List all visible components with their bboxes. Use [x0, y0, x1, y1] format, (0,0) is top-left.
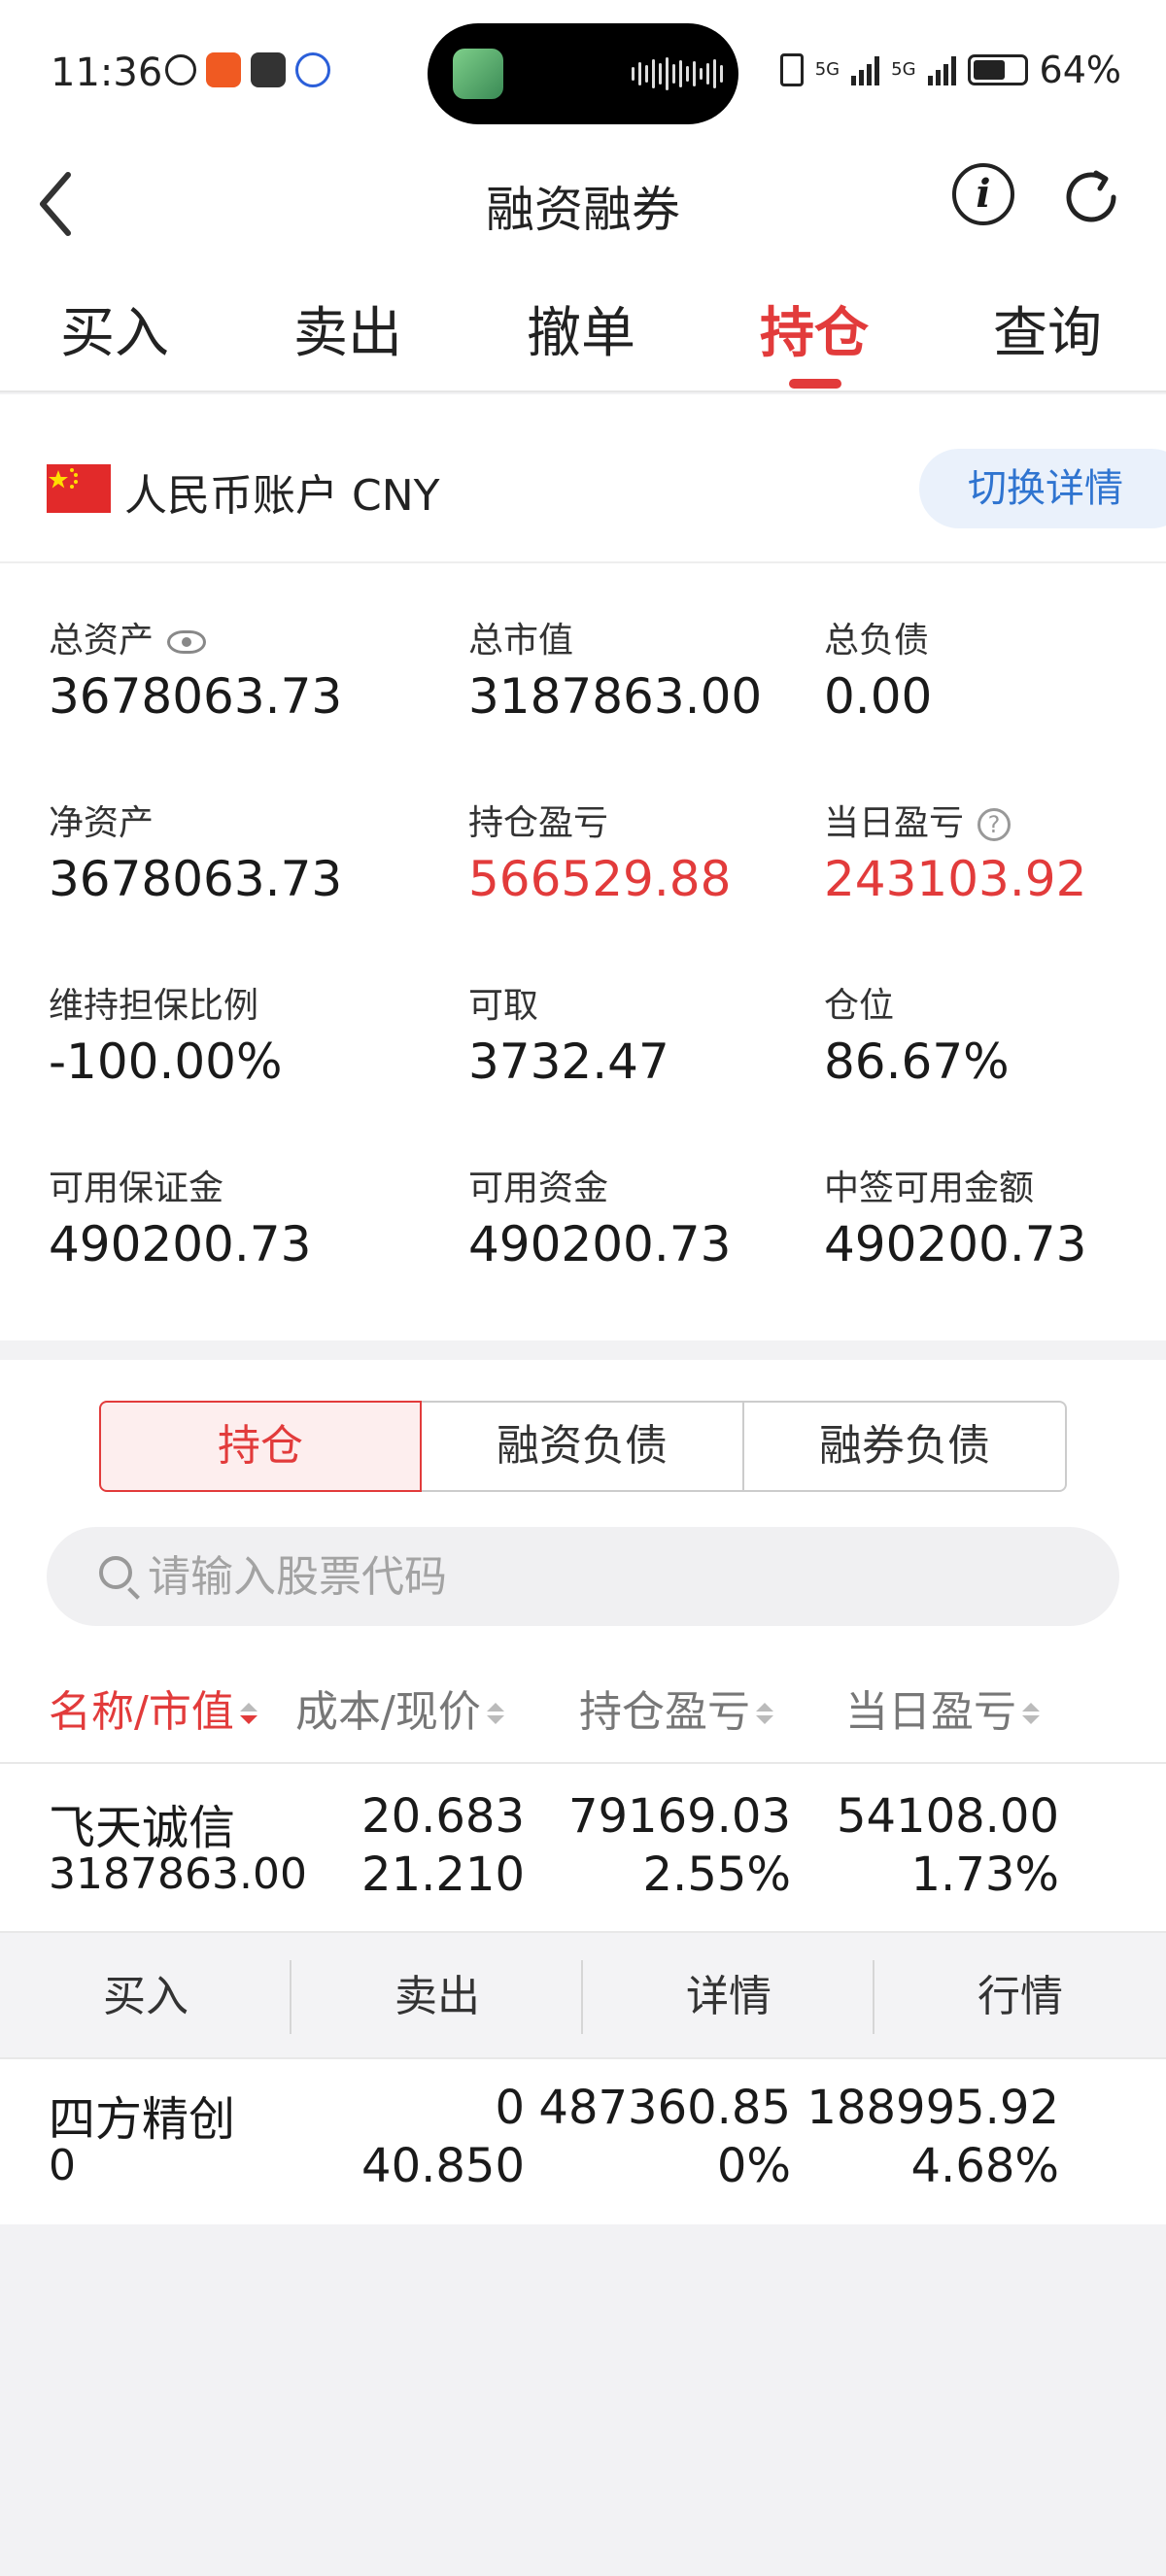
baidu-icon	[295, 52, 330, 87]
stock-name: 飞天诚信	[49, 1801, 236, 1855]
eye-icon[interactable]	[167, 630, 207, 654]
stat-position-pnl-value: 566529.88	[468, 851, 732, 907]
stock-day-pnl-pct: 4.68%	[910, 2139, 1059, 2193]
stock-price: 21.210	[361, 1847, 525, 1902]
table-row[interactable]: 飞天诚信 3187863.00 20.683 21.210 79169.03 2…	[0, 1764, 1166, 1929]
stock-search-input[interactable]	[148, 1544, 1022, 1609]
row-buy-button[interactable]: 买入	[0, 1933, 292, 2061]
stock-name: 四方精创	[49, 2092, 236, 2147]
status-right: 5G 5G 64%	[779, 49, 1121, 91]
audio-wave-icon	[632, 56, 723, 91]
stat-net-assets-value: 3678063.73	[49, 851, 343, 907]
refresh-icon[interactable]	[1057, 163, 1125, 231]
stock-cost: 20.683	[361, 1789, 525, 1844]
network-label-2: 5G	[891, 59, 916, 80]
stat-available-margin-value: 490200.73	[49, 1216, 312, 1272]
table-row[interactable]: 四方精创 0 0 40.850 487360.85 0% 188995.92 4…	[0, 2059, 1166, 2224]
network-label-1: 5G	[814, 59, 840, 80]
stat-available-funds-label: 可用资金	[468, 1169, 609, 1208]
stat-day-pnl-value: 243103.92	[824, 851, 1087, 907]
alarm-icon	[165, 54, 196, 85]
column-cost-price[interactable]: 成本/现价	[295, 1677, 521, 1739]
stock-price: 40.850	[361, 2139, 525, 2193]
battery-fill	[973, 60, 1005, 80]
stock-search-bar	[47, 1527, 1119, 1626]
tab-active-indicator	[789, 379, 841, 389]
stock-day-pnl: 54108.00	[836, 1789, 1059, 1844]
vibrate-icon	[779, 53, 804, 86]
stock-day-pnl: 188995.92	[806, 2081, 1059, 2135]
row-sell-button[interactable]: 卖出	[292, 1933, 583, 2061]
stat-net-assets-label: 净资产	[49, 803, 154, 843]
stat-maintenance-ratio-value: -100.00%	[49, 1034, 283, 1090]
info-icon[interactable]: i	[952, 163, 1014, 225]
segment-positions[interactable]: 持仓	[99, 1401, 422, 1492]
sort-icon	[1022, 1703, 1040, 1726]
tab-buy[interactable]: 买入	[60, 289, 169, 368]
stat-market-value-label: 总市值	[468, 621, 574, 661]
stat-position-ratio-label: 仓位	[824, 986, 895, 1026]
search-icon	[99, 1556, 132, 1589]
row-actions: 买入 卖出 详情 行情	[0, 1931, 1166, 2059]
tab-query[interactable]: 查询	[993, 289, 1102, 368]
stat-market-value-value: 3187863.00	[468, 668, 763, 725]
battery-icon	[967, 54, 1028, 85]
stat-total-assets-label: 总资产	[49, 612, 207, 662]
help-icon[interactable]: ?	[977, 808, 1012, 841]
tab-cancel[interactable]: 撤单	[527, 289, 635, 368]
column-day-pnl[interactable]: 当日盈亏	[845, 1677, 1051, 1739]
segment-short-debt[interactable]: 融券负债	[744, 1401, 1067, 1492]
signal-icon	[851, 54, 880, 85]
stock-position-pnl: 79169.03	[567, 1789, 791, 1844]
music-app-icon	[453, 49, 503, 99]
tab-positions[interactable]: 持仓	[760, 289, 869, 368]
stock-day-pnl-pct: 1.73%	[910, 1847, 1059, 1902]
stat-total-liabilities-value: 0.00	[824, 668, 933, 725]
sort-icon	[756, 1703, 773, 1726]
stat-available-funds-value: 490200.73	[468, 1216, 732, 1272]
stock-position-pnl-pct: 0%	[716, 2139, 791, 2193]
stock-cost: 0	[495, 2081, 525, 2135]
stat-withdrawable-label: 可取	[468, 986, 539, 1026]
battery-percent: 64%	[1039, 49, 1121, 91]
signal-icon-2	[927, 54, 956, 85]
column-name-value[interactable]: 名称/市值	[49, 1677, 257, 1739]
account-label: 人民币账户 CNY	[124, 471, 440, 521]
upload-icon	[251, 52, 286, 87]
stat-day-pnl-label: 当日盈亏?	[824, 795, 1012, 845]
row-quote-button[interactable]: 行情	[874, 1933, 1166, 2061]
status-time: 11:36	[51, 51, 163, 95]
sort-icon	[486, 1703, 504, 1726]
app-notification-icon	[206, 52, 241, 87]
stat-position-pnl-label: 持仓盈亏	[468, 803, 609, 843]
column-position-pnl[interactable]: 持仓盈亏	[579, 1677, 773, 1739]
segment-margin-debt[interactable]: 融资负债	[422, 1401, 744, 1492]
stat-position-ratio-value: 86.67%	[824, 1034, 1010, 1090]
tab-sell[interactable]: 卖出	[293, 289, 402, 368]
app-header: 融资融券 i	[0, 146, 1166, 260]
stat-maintenance-ratio-label: 维持担保比例	[49, 986, 259, 1026]
stat-available-margin-label: 可用保证金	[49, 1169, 224, 1208]
switch-details-button[interactable]: 切换详情	[919, 449, 1166, 528]
stock-market-value: 0	[49, 2141, 76, 2190]
stat-total-assets-value: 3678063.73	[49, 668, 343, 725]
stock-position-pnl-pct: 2.55%	[642, 1847, 791, 1902]
stat-ipo-available-label: 中签可用金额	[824, 1169, 1035, 1208]
status-bar: 11:36 5G 5G 64%	[0, 0, 1166, 146]
stat-total-liabilities-label: 总负债	[824, 621, 930, 661]
account-summary: 总资产 3678063.73 总市值 3187863.00 总负债 0.00 净…	[0, 563, 1166, 1340]
stat-ipo-available-value: 490200.73	[824, 1216, 1087, 1272]
china-flag-icon	[47, 464, 111, 513]
status-notification-icons	[165, 52, 330, 87]
stock-market-value: 3187863.00	[49, 1849, 307, 1899]
row-details-button[interactable]: 详情	[583, 1933, 874, 2061]
sort-icon	[239, 1703, 257, 1726]
trade-tabs: 买入 卖出 撤单 持仓 查询	[0, 260, 1166, 392]
account-row: 人民币账户 CNY 切换详情	[0, 394, 1166, 563]
stock-position-pnl: 487360.85	[538, 2081, 791, 2135]
stat-withdrawable-value: 3732.47	[468, 1034, 669, 1090]
